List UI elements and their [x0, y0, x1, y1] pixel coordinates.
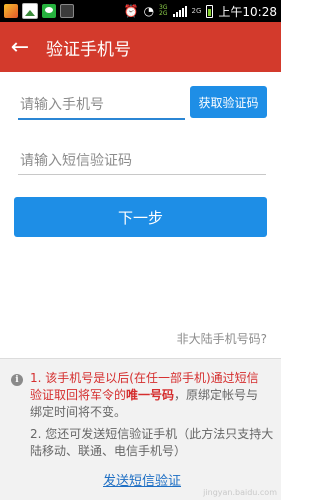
status-bar: ⏰ ◔ 3G 2G 2G 上午10:28	[0, 0, 281, 22]
alarm-icon: ⏰	[123, 4, 139, 18]
usb-icon	[60, 4, 74, 18]
non-mainland-phone-link[interactable]: 非大陆手机号码?	[177, 330, 267, 347]
notification-icons	[4, 3, 74, 19]
wifi-icon: ◔	[143, 4, 155, 18]
system-indicators: ⏰ ◔ 3G 2G 2G 上午10:28	[124, 3, 277, 20]
phone-number-input[interactable]	[18, 92, 185, 120]
note-unique-number: 1. 该手机号是以后(在任一部手机)通过短信验证取回将军令的唯一号码，原绑定帐号…	[30, 370, 270, 421]
get-verification-code-button[interactable]: 获取验证码	[190, 86, 267, 118]
network-2g-small-label: 2G	[159, 10, 168, 17]
back-arrow-icon: ←	[10, 34, 30, 60]
title-bar: ← 验证手机号	[0, 22, 281, 72]
screen: ⏰ ◔ 3G 2G 2G 上午10:28 ← 验证手机号 获取验证码 下一步 非…	[0, 0, 281, 500]
info-panel: i 1. 该手机号是以后(在任一部手机)通过短信验证取回将军令的唯一号码，原绑定…	[0, 358, 281, 500]
next-step-button[interactable]: 下一步	[14, 197, 267, 237]
info-icon: i	[11, 374, 23, 386]
gallery-icon	[22, 3, 38, 19]
wechat-icon	[42, 4, 56, 18]
clock: 上午10:28	[218, 4, 277, 19]
send-sms-verification-link[interactable]: 发送短信验证	[103, 470, 181, 489]
note1-text-emphasis: 唯一号码	[126, 388, 175, 402]
network-2g-label: 2G	[191, 7, 202, 15]
note-sms-alternative: 2. 您还可发送短信验证手机（此方法只支持大陆移动、联通、电信手机号）	[30, 427, 274, 458]
back-button[interactable]: ←	[0, 22, 40, 72]
watermark: jingyan.baidu.com	[203, 488, 277, 497]
sms-code-input[interactable]	[18, 148, 266, 175]
signal-icon	[172, 5, 187, 17]
battery-icon	[206, 4, 214, 18]
game-icon	[4, 4, 18, 18]
network-type-indicator: 3G 2G	[159, 5, 167, 17]
page-title: 验证手机号	[46, 39, 131, 60]
